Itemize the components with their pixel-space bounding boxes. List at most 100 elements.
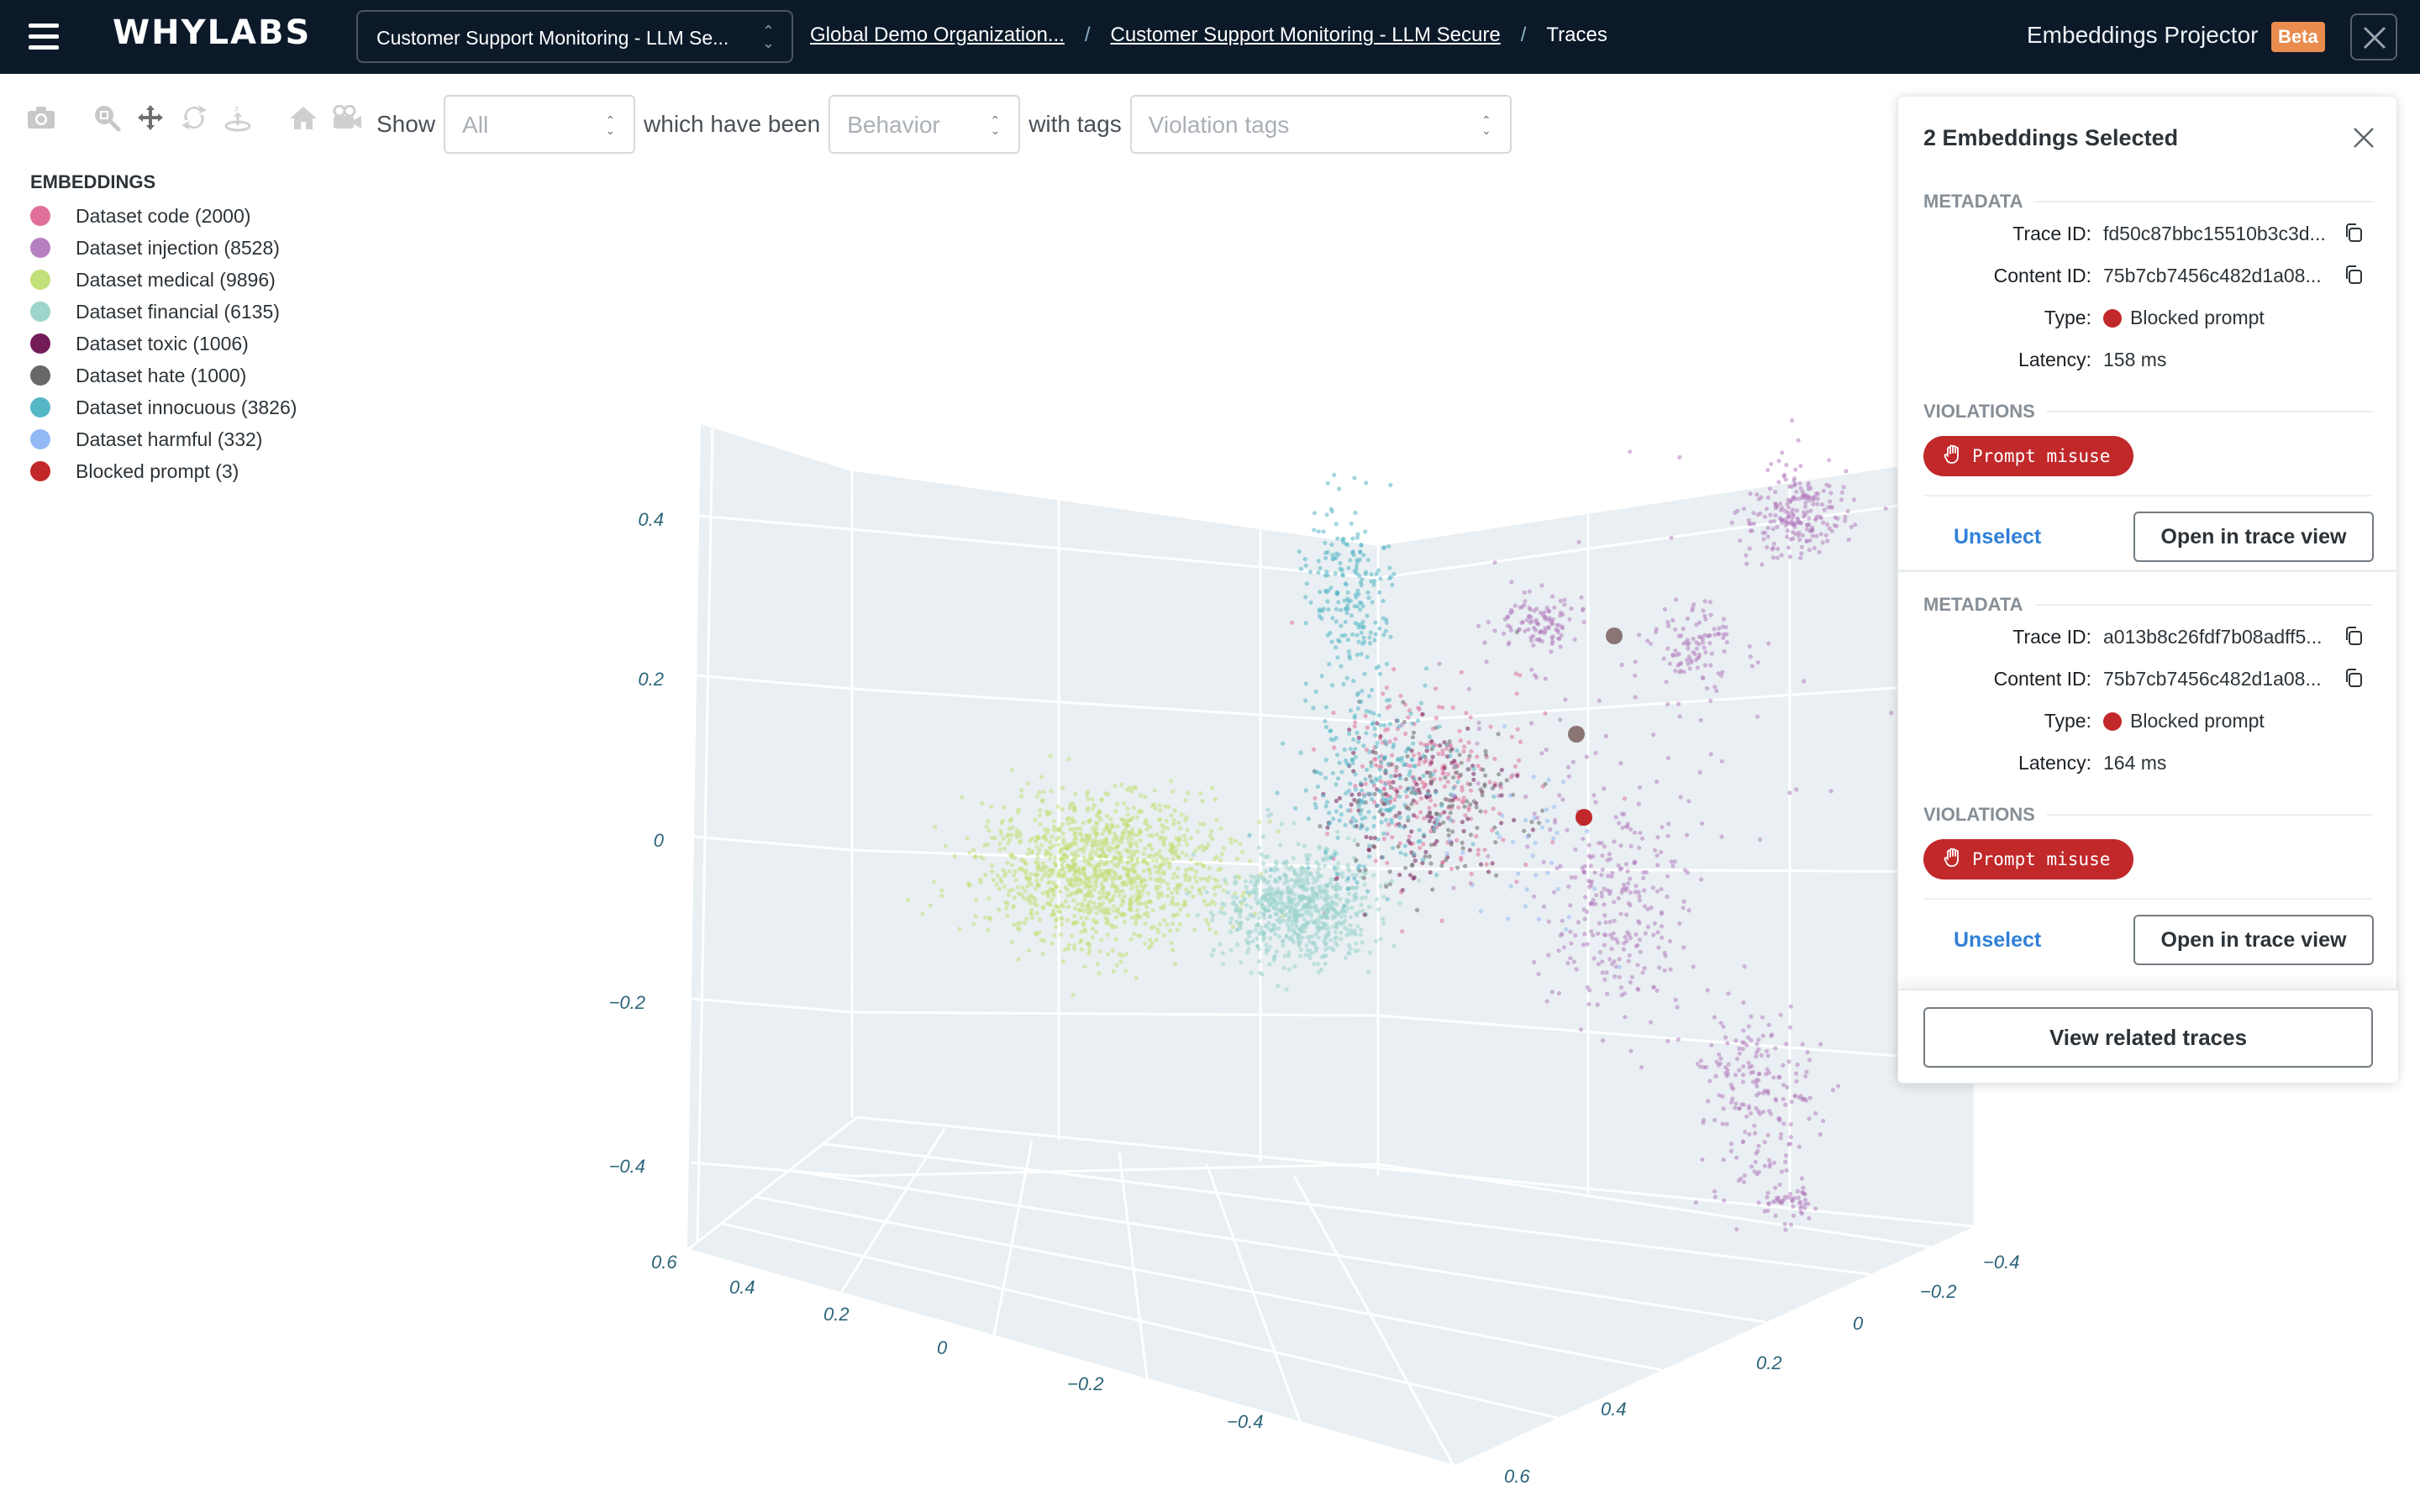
data-point <box>1802 1197 1808 1202</box>
legend-item[interactable]: Dataset injection (8528) <box>30 232 297 264</box>
violation-badge[interactable]: Prompt misuse <box>1923 839 2133 879</box>
data-point <box>1228 921 1233 926</box>
legend-item[interactable]: Blocked prompt (3) <box>30 455 297 487</box>
legend-label: Dataset financial (6135) <box>76 300 280 323</box>
copy-icon[interactable] <box>2344 223 2364 248</box>
data-point <box>1119 837 1125 842</box>
legend-item[interactable]: Dataset harmful (332) <box>30 423 297 455</box>
data-point <box>1796 1195 1801 1200</box>
data-point <box>1803 1074 1808 1079</box>
data-point <box>1701 640 1706 645</box>
data-point <box>1222 911 1227 916</box>
data-point <box>1067 867 1072 872</box>
data-point <box>1138 837 1143 843</box>
data-point <box>1616 895 1621 900</box>
data-point <box>1747 643 1752 649</box>
data-point <box>1367 774 1373 779</box>
breadcrumb-org-link[interactable]: Global Demo Organization... <box>810 24 1065 47</box>
turntable-rotation-icon[interactable]: z <box>222 102 254 133</box>
data-point <box>1388 774 1393 779</box>
pan-icon[interactable] <box>134 102 166 133</box>
data-point <box>1780 450 1785 455</box>
copy-icon[interactable] <box>2344 265 2364 290</box>
view-related-traces-button[interactable]: View related traces <box>1923 1007 2373 1068</box>
orbit-rotation-icon[interactable] <box>178 102 210 133</box>
data-point <box>1127 833 1133 838</box>
data-point <box>1655 853 1660 858</box>
data-point <box>1347 731 1352 737</box>
legend-item[interactable]: Dataset financial (6135) <box>30 296 297 328</box>
data-point <box>1158 817 1163 822</box>
selected-point[interactable] <box>1568 726 1585 743</box>
data-point <box>1307 570 1313 575</box>
save-camera-icon[interactable] <box>331 102 363 133</box>
legend-item[interactable]: Dataset code (2000) <box>30 200 297 232</box>
blocked-prompt-point[interactable] <box>1576 809 1592 826</box>
data-point <box>1078 877 1083 882</box>
data-point <box>1345 906 1350 911</box>
legend-item[interactable]: Dataset medical (9896) <box>30 264 297 296</box>
zoom-icon[interactable] <box>91 102 123 133</box>
copy-icon[interactable] <box>2344 626 2364 651</box>
data-point <box>1165 922 1170 927</box>
data-point <box>1788 1222 1793 1227</box>
data-point <box>1576 920 1581 925</box>
data-point <box>1234 905 1239 910</box>
data-point <box>1758 837 1763 843</box>
data-point <box>1546 777 1551 783</box>
violation-badge[interactable]: Prompt misuse <box>1923 436 2133 476</box>
show-select[interactable]: All ⌃ ⌄ <box>444 95 636 154</box>
violation-tags-select[interactable]: Violation tags ⌃ ⌄ <box>1129 95 1512 154</box>
legend-item[interactable]: Dataset innocuous (3826) <box>30 391 297 423</box>
data-point <box>1387 722 1392 727</box>
legend-item[interactable]: Dataset hate (1000) <box>30 360 297 391</box>
data-point <box>1776 459 1781 464</box>
breadcrumb-resource-link[interactable]: Customer Support Monitoring - LLM Secure <box>1110 24 1500 47</box>
type-color-dot <box>2103 308 2122 328</box>
data-point <box>1756 1143 1761 1148</box>
whylabs-logo[interactable]: WHYLABS <box>113 13 311 52</box>
data-point <box>1603 733 1608 739</box>
data-point <box>1637 937 1643 942</box>
legend-item[interactable]: Dataset toxic (1006) <box>30 328 297 360</box>
data-point <box>1113 870 1118 875</box>
reset-camera-home-icon[interactable] <box>287 102 319 133</box>
data-point <box>1303 563 1308 568</box>
unselect-button[interactable]: Unselect <box>1954 525 2041 549</box>
data-point <box>1171 875 1176 880</box>
open-in-trace-view-button[interactable]: Open in trace view <box>2133 915 2374 965</box>
data-point <box>1633 659 1638 664</box>
data-point <box>1666 623 1671 628</box>
resource-select[interactable]: Customer Support Monitoring - LLM Se... … <box>356 10 793 63</box>
data-point <box>1238 841 1243 847</box>
data-point <box>1255 874 1260 879</box>
hamburger-menu-icon[interactable] <box>29 24 62 50</box>
close-projector-button[interactable] <box>2350 13 2397 60</box>
data-point <box>1779 1169 1785 1174</box>
data-point <box>1328 937 1334 942</box>
data-point <box>1186 913 1191 918</box>
open-in-trace-view-button[interactable]: Open in trace view <box>2133 512 2374 562</box>
data-point <box>1346 886 1351 891</box>
data-point <box>1184 853 1189 858</box>
data-point <box>1252 882 1257 887</box>
unselect-button[interactable]: Unselect <box>1954 928 2041 953</box>
data-point <box>1494 873 1499 878</box>
data-point <box>1212 856 1218 861</box>
close-panel-button[interactable] <box>2353 127 2375 153</box>
data-point <box>1417 751 1422 756</box>
copy-icon[interactable] <box>2344 668 2364 693</box>
data-point <box>1085 792 1090 797</box>
data-point <box>1110 875 1115 880</box>
data-point <box>1602 786 1607 791</box>
data-point <box>1346 649 1351 654</box>
selected-point[interactable] <box>1606 627 1623 644</box>
camera-icon[interactable] <box>25 102 57 133</box>
data-point <box>1607 957 1612 962</box>
data-point <box>1186 790 1191 795</box>
behavior-select[interactable]: Behavior ⌃ ⌄ <box>829 95 1021 154</box>
data-point <box>1439 803 1444 808</box>
data-point <box>1384 620 1389 626</box>
data-point <box>1017 866 1022 872</box>
data-point <box>1640 836 1645 841</box>
